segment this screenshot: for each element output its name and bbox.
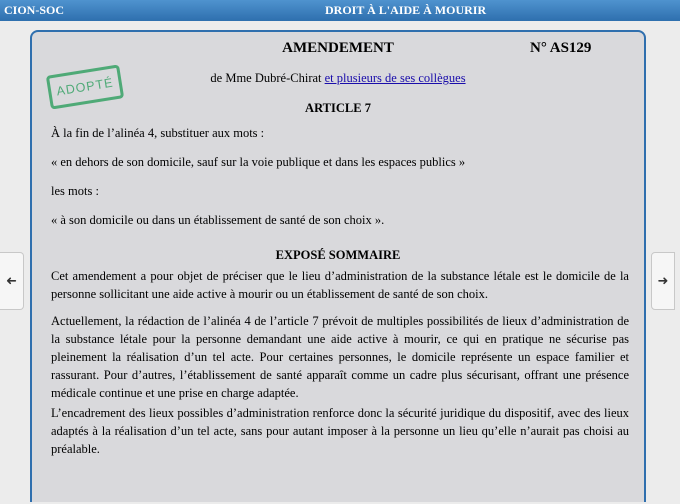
expose-heading: EXPOSÉ SOMMAIRE xyxy=(275,248,401,262)
arrow-left-icon: ➜ xyxy=(6,273,17,289)
amendment-card: AMENDEMENT N° AS129 ADOPTÉ de Mme Dubré-… xyxy=(30,30,646,502)
body-paragraph: À la fin de l’alinéa 4, substituer aux m… xyxy=(51,126,265,140)
co-authors-link[interactable]: et plusieurs de ses collègues xyxy=(325,71,466,85)
authors-line: de Mme Dubré-Chirat et plusieurs de ses … xyxy=(32,71,644,86)
previous-amendment-button[interactable]: ➜ xyxy=(0,252,24,310)
body-paragraph: les mots : xyxy=(51,184,99,198)
expose-paragraph: Actuellement, la rédaction de l’alinéa 4… xyxy=(51,314,629,400)
expose-paragraph: L’encadrement des lieux possibles d’admi… xyxy=(51,406,629,456)
amendment-number: N° AS129 xyxy=(530,40,592,56)
header-bar: CION-SOC DROIT À L'AIDE À MOURIR xyxy=(0,0,680,21)
article-heading: ARTICLE 7 xyxy=(305,101,371,115)
body-paragraph: « à son domicile ou dans un établissemen… xyxy=(51,213,385,227)
arrow-right-icon: ➜ xyxy=(657,273,669,289)
bill-title: DROIT À L'AIDE À MOURIR xyxy=(325,3,487,17)
next-amendment-button[interactable]: ➜ xyxy=(651,252,675,310)
body-paragraph: « en dehors de son domicile, sauf sur la… xyxy=(51,155,466,169)
authors-prefix: de Mme Dubré-Chirat xyxy=(210,71,322,85)
committee-label: CION-SOC xyxy=(4,3,65,17)
expose-paragraph: Cet amendement a pour objet de préciser … xyxy=(51,269,629,301)
